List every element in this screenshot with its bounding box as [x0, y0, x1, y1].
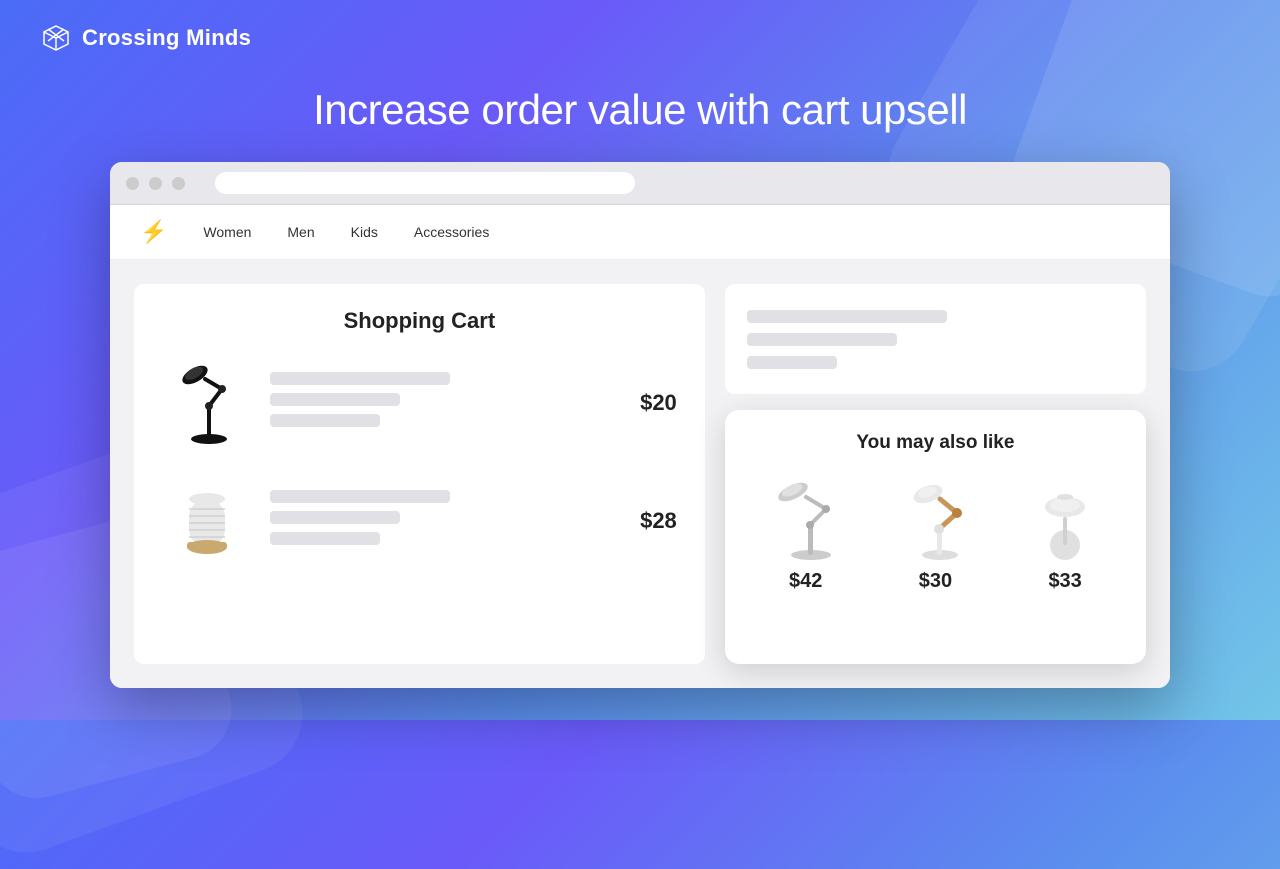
hero-title: Increase order value with cart upsell — [0, 86, 1280, 134]
nav-item-women[interactable]: Women — [203, 224, 251, 240]
cart-item-2-name-skeleton — [270, 490, 450, 503]
cart-item-1-price: $20 — [622, 390, 677, 416]
cart-item-2-size-skeleton — [270, 532, 380, 545]
globe-lamp-svg — [1020, 477, 1110, 562]
top-right-skeleton-2 — [747, 333, 897, 346]
cart-item-1-desc-skeleton — [270, 393, 400, 406]
browser-dot-red — [126, 177, 139, 190]
browser-dot-green — [172, 177, 185, 190]
cart-item-2-details — [270, 490, 604, 553]
upsell-product-3-price: $33 — [1048, 570, 1081, 593]
upsell-product-2-image — [880, 472, 990, 562]
cart-item-1-size-skeleton — [270, 414, 380, 427]
site-logo-icon: ⚡ — [140, 219, 167, 245]
white-lamp-svg — [167, 479, 247, 564]
black-lamp-svg — [167, 361, 247, 446]
nav-item-accessories[interactable]: Accessories — [414, 224, 489, 240]
right-panels: You may also like — [725, 284, 1146, 664]
upsell-product-1[interactable]: $42 — [751, 472, 861, 593]
top-right-skeleton-1 — [747, 310, 947, 323]
nav-item-kids[interactable]: Kids — [351, 224, 378, 240]
browser-titlebar — [110, 162, 1170, 205]
upsell-product-2-price: $30 — [919, 570, 952, 593]
site-nav: ⚡ Women Men Kids Accessories — [110, 205, 1170, 260]
browser-window: ⚡ Women Men Kids Accessories Shopping Ca… — [110, 162, 1170, 688]
cart-item-2-image — [162, 476, 252, 566]
upsell-panel: You may also like — [725, 410, 1146, 664]
cart-item-1-name-skeleton — [270, 372, 450, 385]
top-right-panel — [725, 284, 1146, 394]
cart-item-2-price: $28 — [622, 508, 677, 534]
upsell-title: You may also like — [749, 432, 1122, 454]
browser-address-bar — [215, 172, 635, 194]
top-right-skeleton-3 — [747, 356, 837, 369]
logo-text: Crossing Minds — [82, 25, 251, 51]
silver-lamp-svg — [756, 477, 856, 562]
logo-icon — [40, 22, 72, 54]
upsell-product-3-image — [1010, 472, 1120, 562]
site-content: Shopping Cart — [110, 260, 1170, 688]
upsell-product-3[interactable]: $33 — [1010, 472, 1120, 593]
cart-item-1: $20 — [162, 358, 677, 448]
upsell-product-1-price: $42 — [789, 570, 822, 593]
upsell-products: $42 — [749, 472, 1122, 593]
cart-panel: Shopping Cart — [134, 284, 705, 664]
cart-title: Shopping Cart — [162, 308, 677, 334]
cart-item-2-desc-skeleton — [270, 511, 400, 524]
cart-item-1-image — [162, 358, 252, 448]
browser-dot-yellow — [149, 177, 162, 190]
upsell-product-1-image — [751, 472, 861, 562]
top-bar: Crossing Minds — [0, 0, 1280, 76]
cart-item-2: $28 — [162, 476, 677, 566]
wood-lamp-svg — [885, 477, 985, 562]
nav-item-men[interactable]: Men — [287, 224, 314, 240]
logo-area: Crossing Minds — [40, 22, 251, 54]
cart-item-1-details — [270, 372, 604, 435]
upsell-product-2[interactable]: $30 — [880, 472, 990, 593]
